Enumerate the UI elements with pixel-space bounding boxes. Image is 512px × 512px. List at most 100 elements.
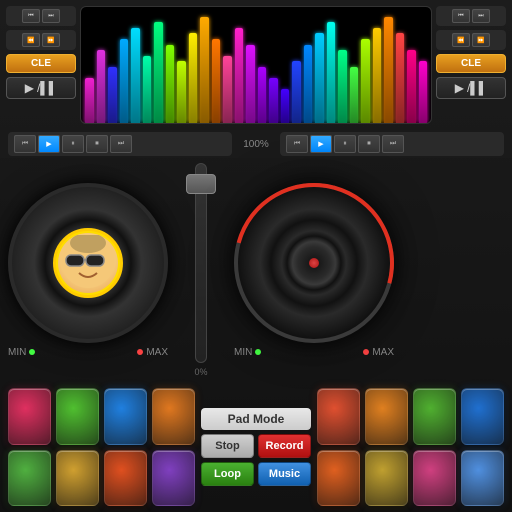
record-button[interactable]: Record [258, 434, 311, 458]
pad-mode-label: Pad Mode [201, 408, 311, 430]
viz-bar-12 [223, 56, 232, 123]
tr-play-btn[interactable]: ▶ [310, 135, 332, 153]
right-min-dot [255, 349, 261, 355]
tl-play-btn[interactable]: ▶ [38, 135, 60, 153]
right-pads [317, 388, 504, 506]
viz-bar-11 [212, 39, 221, 123]
control-buttons: Stop Record Loop Music [201, 434, 311, 486]
left-pad-4[interactable] [8, 450, 51, 507]
right-pad-3[interactable] [461, 388, 504, 445]
right-play-icon: ▶ [455, 81, 464, 95]
viz-bar-17 [281, 89, 290, 123]
left-pad-6[interactable] [104, 450, 147, 507]
left-play-pause-button[interactable]: ▶ /▌▌ [6, 77, 76, 99]
viz-bar-0 [85, 78, 94, 123]
right-pad-4[interactable] [317, 450, 360, 507]
left-max-label: MAX [137, 347, 168, 358]
right-pad-7[interactable] [461, 450, 504, 507]
viz-bar-13 [235, 28, 244, 123]
crossfader-track[interactable] [195, 163, 207, 363]
avatar-svg [61, 235, 116, 290]
viz-bar-5 [143, 56, 152, 123]
percent-label: 100% [236, 139, 276, 150]
right-rew-btn[interactable]: ⏪ [452, 33, 470, 47]
tl-pause-btn[interactable]: ⏸ [62, 135, 84, 153]
viz-bar-21 [327, 22, 336, 123]
right-play-pause-button[interactable]: ▶ /▌▌ [436, 77, 506, 99]
viz-bar-28 [407, 50, 416, 123]
tl-stop-btn[interactable]: ⏹ [86, 135, 108, 153]
left-prev2-btn[interactable]: ⏭ [42, 9, 60, 23]
tr-pause-btn[interactable]: ⏸ [334, 135, 356, 153]
left-min-max: MIN MAX [8, 347, 168, 358]
left-pad-1[interactable] [56, 388, 99, 445]
left-min-dot [29, 349, 35, 355]
right-next-btn[interactable]: ⏭ [472, 9, 490, 23]
left-pad-0[interactable] [8, 388, 51, 445]
stop-button[interactable]: Stop [201, 434, 254, 458]
left-pad-7[interactable] [152, 450, 195, 507]
right-ff-btn[interactable]: ⏩ [472, 33, 490, 47]
music-button[interactable]: Music [258, 462, 311, 486]
left-pause-icon: /▌▌ [37, 81, 57, 95]
visualizer-bars [81, 7, 431, 123]
right-turntable[interactable] [234, 183, 394, 343]
left-cle-button[interactable]: CLE [6, 54, 76, 73]
left-pad-2[interactable] [104, 388, 147, 445]
left-transport-row-1: ⏮ ⏭ [6, 6, 76, 26]
left-pads [8, 388, 195, 506]
right-cle-button[interactable]: CLE [436, 54, 506, 73]
right-min-max: MIN MAX [234, 347, 394, 358]
viz-bar-1 [97, 50, 106, 123]
center-controls: Pad Mode Stop Record Loop Music [201, 388, 311, 506]
viz-bar-29 [419, 61, 428, 123]
tl-prev-btn[interactable]: ⏮ [14, 135, 36, 153]
viz-bar-27 [396, 33, 405, 123]
left-pad-5[interactable] [56, 450, 99, 507]
left-prev-btn[interactable]: ⏮ [22, 9, 40, 23]
right-pad-5[interactable] [365, 450, 408, 507]
tl-next-btn[interactable]: ⏭ [110, 135, 132, 153]
left-transport-row-2: ⏪ ⏩ [6, 30, 76, 50]
left-play-icon: ▶ [25, 81, 34, 95]
viz-bar-23 [350, 67, 359, 123]
viz-bar-8 [177, 61, 186, 123]
viz-bar-20 [315, 33, 324, 123]
viz-bar-3 [120, 39, 129, 123]
viz-bar-14 [246, 45, 255, 123]
right-prev-btn[interactable]: ⏮ [452, 9, 470, 23]
viz-bar-18 [292, 61, 301, 123]
right-center-dot [309, 258, 319, 268]
transport-bar: ⏮ ▶ ⏸ ⏹ ⏭ 100% ⏮ ▶ ⏸ ⏹ ⏭ [0, 130, 512, 158]
crossfader-zero-label: 0% [194, 367, 207, 377]
right-pad-2[interactable] [413, 388, 456, 445]
viz-bar-7 [166, 45, 175, 123]
right-deck-controls: ⏮ ⏭ ⏪ ⏩ CLE ▶ /▌▌ [436, 6, 506, 124]
left-ff-btn[interactable]: ⏩ [42, 33, 60, 47]
tr-stop-btn[interactable]: ⏹ [358, 135, 380, 153]
viz-bar-22 [338, 50, 347, 123]
left-turntable[interactable] [8, 183, 168, 343]
app-container: ⏮ ⏭ ⏪ ⏩ CLE ▶ /▌▌ ⏮ ⏭ ⏪ [0, 0, 512, 512]
left-rew-btn[interactable]: ⏪ [22, 33, 40, 47]
main-deck: MIN MAX 0% MIN [0, 158, 512, 382]
tr-next-btn[interactable]: ⏭ [382, 135, 404, 153]
right-max-label: MAX [363, 347, 394, 358]
crossfader-handle[interactable] [186, 174, 216, 194]
loop-button[interactable]: Loop [201, 462, 254, 486]
viz-bar-26 [384, 17, 393, 123]
viz-bar-16 [269, 78, 278, 123]
left-transport-bar: ⏮ ▶ ⏸ ⏹ ⏭ [8, 132, 232, 156]
left-pad-3[interactable] [152, 388, 195, 445]
viz-bar-19 [304, 45, 313, 123]
viz-bar-25 [373, 28, 382, 123]
tr-prev-btn[interactable]: ⏮ [286, 135, 308, 153]
right-pause-icon: /▌▌ [467, 81, 487, 95]
right-pad-0[interactable] [317, 388, 360, 445]
top-section: ⏮ ⏭ ⏪ ⏩ CLE ▶ /▌▌ ⏮ ⏭ ⏪ [0, 0, 512, 130]
right-pad-6[interactable] [413, 450, 456, 507]
avatar-face [58, 233, 118, 293]
left-deck-controls: ⏮ ⏭ ⏪ ⏩ CLE ▶ /▌▌ [6, 6, 76, 124]
pads-section: Pad Mode Stop Record Loop Music [0, 382, 512, 512]
right-pad-1[interactable] [365, 388, 408, 445]
